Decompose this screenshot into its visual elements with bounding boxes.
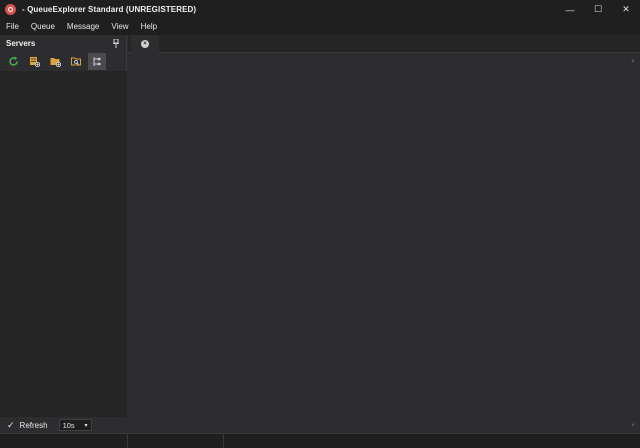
app-icon [5,4,16,15]
maximize-button[interactable]: ☐ [584,0,612,19]
minimize-button[interactable]: — [556,0,584,19]
menu-queue[interactable]: Queue [25,19,61,35]
refresh-checkbox[interactable]: ✓ [7,420,15,431]
pin-icon[interactable] [113,39,119,48]
add-server-icon[interactable] [25,53,43,70]
chevron-down-icon: ▾ [84,422,88,429]
close-button[interactable]: ✕ [612,0,640,19]
menu-message[interactable]: Message [61,19,105,35]
tree-view-icon[interactable] [88,53,106,70]
refresh-interval-dropdown[interactable]: 10s ▾ [58,419,92,431]
servers-toolbar [0,52,126,71]
menu-bar: File Queue Message View Help [0,19,640,35]
window-title: - QueueExplorer Standard (UNREGISTERED) [22,5,197,14]
status-segment [0,434,128,448]
document-tab[interactable]: × [131,35,159,53]
servers-panel-footer: ✓ Refresh 10s ▾ [0,417,127,433]
refresh-icon[interactable] [4,53,22,70]
close-tab-icon[interactable]: × [141,40,149,48]
title-bar: - QueueExplorer Standard (UNREGISTERED) … [0,0,640,19]
status-segment [128,434,224,448]
document-tabstrip: × [128,35,640,53]
servers-panel-header: Servers [0,35,126,52]
refresh-label: Refresh [19,420,48,430]
servers-panel-title: Servers [6,39,36,48]
document-content: ▲ ▼ [128,53,640,433]
servers-tree[interactable] [0,71,127,417]
scroll-down-icon[interactable]: ▼ [630,423,636,429]
menu-help[interactable]: Help [135,19,163,35]
window-controls: — ☐ ✕ [556,0,640,19]
scroll-up-icon[interactable]: ▲ [630,58,636,64]
menu-view[interactable]: View [105,19,134,35]
menu-file[interactable]: File [0,19,25,35]
refresh-interval-value: 10s [62,420,75,430]
servers-panel: Servers ✓ Refresh 10s ▾ [0,35,127,433]
status-bar [0,433,640,448]
connect-icon[interactable] [67,53,85,70]
document-area: × ▲ ▼ [128,35,640,433]
add-folder-icon[interactable] [46,53,64,70]
